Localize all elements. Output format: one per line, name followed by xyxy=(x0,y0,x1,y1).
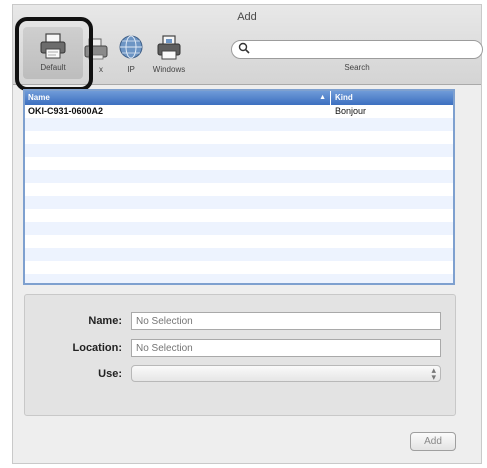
table-row-empty xyxy=(25,248,453,261)
location-field[interactable] xyxy=(131,339,441,357)
search-area: Search xyxy=(231,39,483,72)
column-header-name-label: Name xyxy=(28,93,50,102)
table-row-empty xyxy=(25,144,453,157)
table-row[interactable]: OKI-C931-0600A2 Bonjour xyxy=(25,105,453,118)
default-button-highlight xyxy=(15,17,93,91)
globe-icon xyxy=(119,35,143,59)
printer-list-header: Name ▲ Kind xyxy=(25,91,453,105)
table-row-empty xyxy=(25,222,453,235)
location-field-row: Location: xyxy=(25,339,455,357)
name-field-row: Name: xyxy=(25,312,455,330)
search-label: Search xyxy=(344,63,370,72)
table-row-empty xyxy=(25,235,453,248)
table-row-empty xyxy=(25,209,453,222)
chevron-updown-icon: ▴ ▾ xyxy=(431,365,436,382)
table-row-empty xyxy=(25,274,453,283)
sort-arrow-icon: ▲ xyxy=(319,94,326,101)
search-input[interactable] xyxy=(231,40,483,59)
use-field-row: Use: ▴ ▾ xyxy=(25,365,455,383)
table-row-empty xyxy=(25,196,453,209)
printer-list[interactable]: Name ▲ Kind OKI-C931-0600A2 Bonjour xyxy=(23,89,455,285)
table-row-empty xyxy=(25,261,453,274)
table-row-empty xyxy=(25,118,453,131)
printer-kind-cell: Bonjour xyxy=(335,106,367,116)
use-select[interactable]: ▴ ▾ xyxy=(131,365,441,382)
name-label: Name: xyxy=(88,315,122,327)
column-header-kind[interactable]: Kind xyxy=(331,91,453,105)
printer-name-cell: OKI-C931-0600A2 xyxy=(28,106,104,116)
location-label: Location: xyxy=(72,342,123,354)
toolbar-windows-button[interactable]: Windows xyxy=(143,33,195,79)
table-row-empty xyxy=(25,157,453,170)
table-row-empty xyxy=(25,131,453,144)
column-header-name[interactable]: Name ▲ xyxy=(25,91,331,105)
table-row-empty xyxy=(25,170,453,183)
search-icon xyxy=(238,42,250,54)
table-row-empty xyxy=(25,183,453,196)
printer-details-panel: Name: Location: Use: ▴▾ xyxy=(24,294,456,416)
use-label: Use: xyxy=(98,368,122,380)
add-button[interactable]: Add xyxy=(410,432,456,451)
windows-printer-icon xyxy=(157,35,181,60)
name-field[interactable] xyxy=(131,312,441,330)
toolbar-windows-label: Windows xyxy=(152,65,186,74)
printer-list-rows: OKI-C931-0600A2 Bonjour xyxy=(25,105,453,283)
